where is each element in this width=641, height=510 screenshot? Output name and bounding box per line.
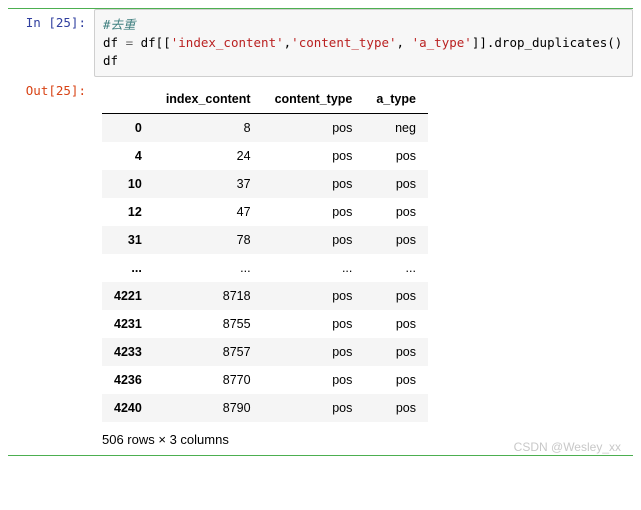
cell: 8790: [154, 394, 263, 422]
table-row: 424pospos: [102, 142, 428, 170]
table-row: 1247pospos: [102, 198, 428, 226]
row-index: 4231: [102, 310, 154, 338]
input-cell: In [25]: #去重 df = df[['index_content','c…: [8, 9, 633, 77]
code-editor[interactable]: #去重 df = df[['index_content','content_ty…: [94, 9, 633, 77]
row-index: 4221: [102, 282, 154, 310]
table-row: 08posneg: [102, 114, 428, 143]
dataframe-table: index_content content_type a_type 08posn…: [102, 85, 428, 422]
output-prompt: Out[25]:: [8, 77, 94, 98]
cell: pos: [263, 310, 365, 338]
cell: 8770: [154, 366, 263, 394]
cell: pos: [263, 226, 365, 254]
cell: pos: [364, 226, 428, 254]
input-prompt: In [25]:: [8, 9, 94, 30]
table-row: 42368770pospos: [102, 366, 428, 394]
code-string: 'content_type': [291, 35, 396, 50]
cell: 24: [154, 142, 263, 170]
col-a-type: a_type: [364, 85, 428, 114]
cell: 8757: [154, 338, 263, 366]
row-index: 0: [102, 114, 154, 143]
row-index: 4233: [102, 338, 154, 366]
table-row: 42218718pospos: [102, 282, 428, 310]
cell: 37: [154, 170, 263, 198]
cell: 8718: [154, 282, 263, 310]
table-row: 3178pospos: [102, 226, 428, 254]
row-index: 10: [102, 170, 154, 198]
cell: pos: [263, 198, 365, 226]
row-index: 31: [102, 226, 154, 254]
row-index: 12: [102, 198, 154, 226]
cell: 47: [154, 198, 263, 226]
cell: ...: [364, 254, 428, 282]
row-index: 4240: [102, 394, 154, 422]
table-row: 42338757pospos: [102, 338, 428, 366]
cell: neg: [364, 114, 428, 143]
cell: pos: [364, 394, 428, 422]
cell: pos: [263, 282, 365, 310]
cell: pos: [263, 338, 365, 366]
table-row: 42318755pospos: [102, 310, 428, 338]
row-index: 4236: [102, 366, 154, 394]
code-string: 'index_content': [171, 35, 284, 50]
code-op: =: [126, 35, 134, 50]
cell: pos: [364, 198, 428, 226]
cell: pos: [263, 366, 365, 394]
table-header-row: index_content content_type a_type: [102, 85, 428, 114]
cell: pos: [263, 114, 365, 143]
cell: ...: [154, 254, 263, 282]
code-text: df[[: [133, 35, 171, 50]
code-text: df: [103, 35, 126, 50]
code-text: df: [103, 53, 118, 68]
table-row: ............: [102, 254, 428, 282]
code-string: 'a_type': [412, 35, 472, 50]
cell: pos: [263, 142, 365, 170]
cell: ...: [263, 254, 365, 282]
cell: pos: [364, 310, 428, 338]
cell: pos: [364, 366, 428, 394]
code-comment: #去重: [103, 17, 136, 32]
cell: pos: [364, 338, 428, 366]
table-row: 1037pospos: [102, 170, 428, 198]
cell: 8755: [154, 310, 263, 338]
cell: pos: [364, 142, 428, 170]
col-index-content: index_content: [154, 85, 263, 114]
code-text: ]].drop_duplicates(): [472, 35, 623, 50]
cell: pos: [364, 170, 428, 198]
output-cell: Out[25]: index_content content_type a_ty…: [8, 77, 633, 455]
col-content-type: content_type: [263, 85, 365, 114]
cell: pos: [263, 394, 365, 422]
code-text: ,: [397, 35, 412, 50]
col-blank: [102, 85, 154, 114]
cell: 78: [154, 226, 263, 254]
row-index: ...: [102, 254, 154, 282]
cell: pos: [263, 170, 365, 198]
notebook-cell-wrapper: In [25]: #去重 df = df[['index_content','c…: [8, 8, 633, 456]
table-row: 42408790pospos: [102, 394, 428, 422]
output-area: index_content content_type a_type 08posn…: [94, 77, 633, 455]
cell: pos: [364, 282, 428, 310]
cell: 8: [154, 114, 263, 143]
watermark: CSDN @Wesley_xx: [8, 440, 633, 454]
row-index: 4: [102, 142, 154, 170]
